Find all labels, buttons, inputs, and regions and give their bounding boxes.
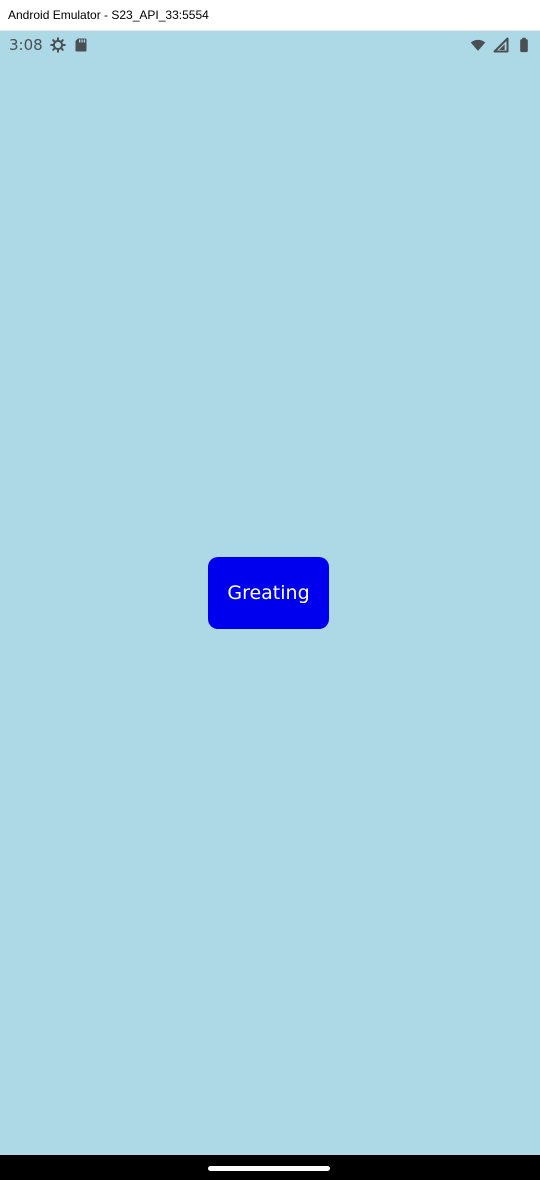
app-screen: Greating: [0, 59, 540, 1155]
greating-button[interactable]: Greating: [208, 557, 329, 629]
status-right-group: [470, 37, 532, 53]
android-navigation-bar: [0, 1155, 540, 1180]
sd-card-icon: [73, 37, 89, 53]
android-status-bar: 3:08: [0, 31, 540, 59]
signal-icon: [493, 37, 509, 53]
emulator-title-bar: Android Emulator - S23_API_33:5554: [0, 0, 540, 31]
battery-icon: [516, 37, 532, 53]
settings-icon: [49, 37, 66, 53]
wifi-icon: [470, 37, 486, 53]
status-time: 3:08: [9, 35, 43, 54]
window-title: Android Emulator - S23_API_33:5554: [8, 8, 209, 22]
home-gesture-handle[interactable]: [208, 1166, 330, 1171]
status-left-group: 3:08: [9, 37, 89, 53]
android-emulator-window: Android Emulator - S23_API_33:5554 3:08: [0, 0, 540, 1180]
